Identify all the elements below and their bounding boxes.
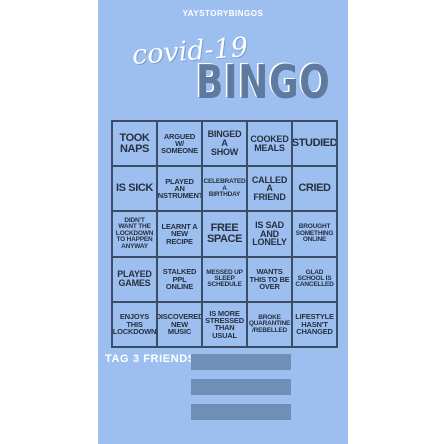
page-canvas: YAYSTORYBINGOS covid-19 BINGO TOOK NAPS A… <box>0 0 446 444</box>
bingo-cell[interactable]: BINGED A SHOW <box>202 121 247 167</box>
bingo-cell[interactable]: LIFESTYLE HASN'T CHANGED <box>292 301 337 347</box>
bingo-cell[interactable]: CALLED A FRIEND <box>247 166 292 212</box>
bingo-cell[interactable]: BROUGHT SOMETHING ONLINE <box>292 211 337 257</box>
bingo-cell[interactable]: IS SAD AND LONELY <box>247 211 292 257</box>
tag-line-2[interactable] <box>191 379 291 395</box>
account-handle: YAYSTORYBINGOS <box>182 9 264 18</box>
bingo-cell[interactable]: CRIED <box>292 166 337 212</box>
bingo-cell[interactable]: TOOK NAPS <box>112 121 157 167</box>
bingo-cell[interactable]: WANTS THIS TO BE OVER <box>247 256 292 302</box>
bingo-cell[interactable]: IS SICK <box>112 166 157 212</box>
bingo-cell[interactable]: FREE SPACE <box>202 211 247 257</box>
tag-line-3[interactable] <box>191 404 291 420</box>
bingo-title: BINGO <box>196 55 331 109</box>
bingo-cell[interactable]: MESSED UP SLEEP SCHEDULE <box>202 256 247 302</box>
bingo-cell[interactable]: PLAYED GAMES <box>112 256 157 302</box>
bingo-cell[interactable]: CELEBRATED A BIRTHDAY <box>202 166 247 212</box>
tag-line-1[interactable] <box>191 354 291 370</box>
bingo-cell[interactable]: STALKED PPL ONLINE <box>157 256 202 302</box>
bingo-card: YAYSTORYBINGOS covid-19 BINGO TOOK NAPS A… <box>98 0 348 444</box>
bingo-cell[interactable]: DISCOVERED NEW MUSIC <box>157 301 202 347</box>
bingo-cell[interactable]: ENJOYS THIS LOCKDOWN <box>112 301 157 347</box>
bingo-cell[interactable]: STUDIED <box>292 121 337 167</box>
bingo-cell[interactable]: LEARNT A NEW RECIPE <box>157 211 202 257</box>
bingo-cell[interactable]: PLAYED AN INSTRUMENT <box>157 166 202 212</box>
bingo-cell[interactable]: DIDN'T WANT THE LOCKDOWN TO HAPPEN ANYWA… <box>112 211 157 257</box>
bingo-grid: TOOK NAPS ARGUED W/ SOMEONE BINGED A SHOW C… <box>111 120 338 348</box>
bingo-cell[interactable]: IS MORE STRESSED THAN USUAL <box>202 301 247 347</box>
bingo-cell[interactable]: GLAD SCHOOL IS CANCELLED <box>292 256 337 302</box>
tag-friends-label: TAG 3 FRIENDS <box>105 353 196 365</box>
bingo-cell[interactable]: BROKE QUARANTINE /REBELLED <box>247 301 292 347</box>
bingo-cell[interactable]: ARGUED W/ SOMEONE <box>157 121 202 167</box>
bingo-cell[interactable]: COOKED MEALS <box>247 121 292 167</box>
